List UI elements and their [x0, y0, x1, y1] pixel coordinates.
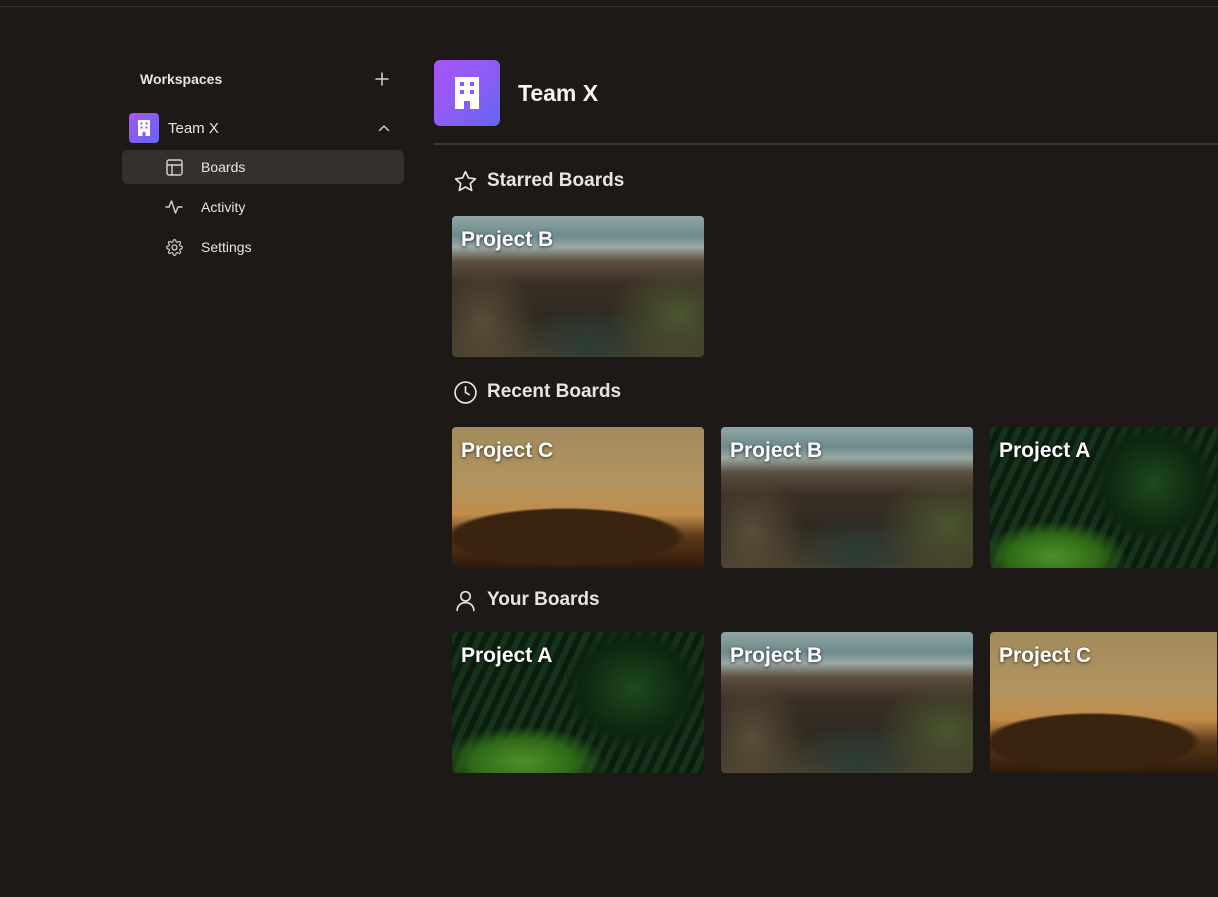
board-card[interactable]: Project B [721, 632, 973, 773]
page-title: Team X [518, 79, 599, 106]
workspaces-header: Workspaces [122, 60, 404, 98]
user-icon [452, 587, 478, 613]
team-name: Team X [168, 119, 219, 137]
top-border [0, 6, 1218, 7]
board-card[interactable]: Project B [452, 216, 704, 357]
workspace-nav: Boards Activity Settings [122, 150, 404, 264]
building-icon [129, 113, 159, 143]
board-card[interactable]: Project C [990, 632, 1217, 773]
nav-label-settings: Settings [201, 239, 252, 255]
starred-boards-section: Starred Boards Project B [452, 166, 1218, 357]
board-title: Project C [461, 439, 554, 462]
board-grid: Project A Project B Project C [452, 632, 1218, 773]
board-card[interactable]: Project C [452, 427, 704, 568]
section-title: Starred Boards [487, 170, 625, 191]
board-title: Project C [999, 644, 1092, 667]
board-card[interactable]: Project A [452, 632, 704, 773]
board-title: Project B [730, 439, 823, 462]
sidebar: Workspaces Team X Boards Activity Settin… [122, 60, 404, 270]
board-title: Project A [999, 439, 1091, 462]
header-divider [434, 143, 1218, 145]
nav-label-boards: Boards [201, 159, 246, 175]
nav-item-settings[interactable]: Settings [122, 230, 404, 264]
add-workspace-plus-icon[interactable] [372, 69, 392, 89]
clock-icon [452, 379, 478, 405]
board-title: Project B [730, 644, 823, 667]
nav-item-activity[interactable]: Activity [122, 190, 404, 224]
gear-icon [165, 238, 183, 256]
layout-icon [165, 158, 183, 176]
nav-item-boards[interactable]: Boards [122, 150, 404, 184]
recent-boards-section: Recent Boards Project C Project B Projec… [452, 377, 1218, 568]
section-title: Your Boards [487, 589, 600, 610]
section-header: Your Boards [452, 585, 1218, 615]
workspace-header: Team X [434, 60, 1218, 126]
nav-label-activity: Activity [201, 199, 246, 215]
building-icon [434, 60, 500, 126]
chevron-up-icon[interactable] [376, 120, 392, 136]
board-grid: Project B [452, 216, 1218, 357]
board-card[interactable]: Project B [721, 427, 973, 568]
board-title: Project B [461, 228, 554, 251]
star-icon [452, 168, 478, 194]
board-grid: Project C Project B Project A [452, 427, 1218, 568]
section-header: Recent Boards [452, 377, 1218, 407]
your-boards-section: Your Boards Project A Project B Project … [452, 585, 1218, 773]
board-card[interactable]: Project A [990, 427, 1217, 568]
section-header: Starred Boards [452, 166, 1218, 196]
team-x-workspace-toggle[interactable]: Team X [122, 106, 404, 150]
activity-icon [165, 198, 183, 216]
board-title: Project A [461, 644, 553, 667]
main-content: Team X Starred Boards Project B Recent B… [434, 60, 1218, 773]
section-title: Recent Boards [487, 381, 622, 402]
workspaces-title: Workspaces [140, 71, 223, 87]
